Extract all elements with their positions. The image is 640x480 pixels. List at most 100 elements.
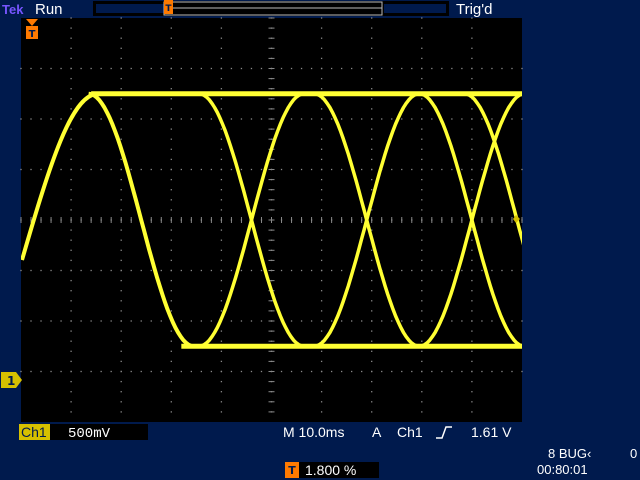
grid-dot bbox=[30, 370, 32, 373]
grid-dot bbox=[170, 158, 172, 161]
grid-dot bbox=[391, 370, 393, 373]
grid-dot bbox=[30, 168, 32, 171]
grid-dot bbox=[170, 350, 172, 352]
grid-dot bbox=[170, 199, 172, 201]
trigger-level[interactable]: 1.61 V bbox=[471, 424, 512, 440]
grid-dot bbox=[421, 279, 423, 282]
grid-dot bbox=[431, 370, 433, 373]
grid-dot bbox=[471, 320, 473, 322]
grid-dot bbox=[70, 350, 72, 352]
grid-dot bbox=[471, 138, 473, 140]
grid-dot bbox=[290, 320, 293, 322]
grid-dot bbox=[401, 118, 403, 120]
grid-dot bbox=[240, 269, 243, 272]
grid-dot bbox=[320, 27, 323, 29]
grid-dot bbox=[330, 118, 333, 120]
grid-dot bbox=[371, 290, 373, 292]
trigger-position-readout-icon: T bbox=[285, 462, 299, 478]
grid-dot bbox=[120, 370, 122, 373]
grid-dot bbox=[120, 199, 122, 201]
grid-dot bbox=[371, 138, 373, 140]
grid-dot bbox=[471, 178, 473, 181]
grid-dot bbox=[411, 67, 413, 70]
grid-dot bbox=[160, 67, 162, 70]
grid-dot bbox=[220, 209, 223, 211]
grid-dot bbox=[351, 320, 353, 322]
grid-dot bbox=[80, 67, 82, 70]
grid-dot bbox=[20, 269, 22, 272]
grid-dot bbox=[240, 67, 243, 70]
grid-dot bbox=[401, 168, 403, 171]
grid-dot bbox=[20, 320, 22, 322]
grid-dot bbox=[100, 118, 102, 120]
grid-dot bbox=[70, 88, 72, 90]
trigger-source[interactable]: Ch1 bbox=[397, 424, 423, 440]
grid-dot bbox=[401, 370, 403, 373]
grid-dot bbox=[220, 148, 223, 150]
grid-dot bbox=[421, 27, 423, 29]
grid-dot bbox=[230, 320, 233, 322]
grid-dot bbox=[310, 370, 313, 373]
grid-dot bbox=[170, 300, 172, 302]
grid-dot bbox=[421, 98, 423, 100]
grid-dot bbox=[471, 269, 473, 272]
grid-dot bbox=[471, 209, 473, 211]
grid-dot bbox=[511, 269, 513, 272]
timebase[interactable]: M 10.0ms bbox=[283, 424, 344, 440]
grid-dot bbox=[300, 67, 303, 70]
grid-dot bbox=[120, 279, 122, 282]
grid-dot bbox=[70, 259, 72, 262]
grid-dot bbox=[521, 118, 523, 120]
grid-dot bbox=[140, 67, 142, 70]
trigger-position[interactable]: 1.800 % bbox=[305, 462, 356, 478]
grid-dot bbox=[290, 269, 293, 272]
grid-dot bbox=[40, 370, 42, 373]
grid-dot bbox=[320, 88, 323, 90]
grid-dot bbox=[170, 380, 172, 383]
grid-dot bbox=[501, 67, 503, 70]
grid-dot bbox=[170, 290, 172, 292]
grid-dot bbox=[200, 370, 203, 373]
grid-dot bbox=[391, 168, 393, 171]
rising-edge-icon bbox=[436, 426, 452, 439]
grid-dot bbox=[190, 67, 192, 70]
grid-dot bbox=[320, 401, 323, 403]
grid-dot bbox=[371, 330, 373, 332]
grid-dot bbox=[310, 118, 313, 120]
grid-dot bbox=[220, 199, 223, 201]
grid-dot bbox=[371, 128, 373, 130]
grid-dot bbox=[471, 77, 473, 80]
grid-dot bbox=[280, 370, 283, 373]
grid-dot bbox=[120, 168, 122, 171]
grid-dot bbox=[481, 168, 483, 171]
grid-dot bbox=[471, 411, 473, 413]
grid-dot bbox=[120, 47, 122, 49]
grid-dot bbox=[461, 67, 463, 70]
grid-dot bbox=[421, 128, 423, 130]
grid-dot bbox=[401, 67, 403, 70]
grid-dot bbox=[70, 411, 72, 413]
grid-dot bbox=[260, 67, 263, 70]
grid-dot bbox=[421, 401, 423, 403]
grid-dot bbox=[421, 380, 423, 383]
volts-per-div[interactable]: 500mV bbox=[68, 426, 111, 442]
grid-dot bbox=[190, 269, 192, 272]
grid-dot bbox=[320, 158, 323, 161]
grid-dot bbox=[120, 17, 122, 19]
grid-dot bbox=[361, 269, 363, 272]
grid-dot bbox=[340, 168, 343, 171]
grid-dot bbox=[411, 168, 413, 171]
grid-dot bbox=[330, 67, 333, 70]
channel-label[interactable]: Ch1 bbox=[21, 424, 47, 440]
grid-dot bbox=[220, 411, 223, 413]
grid-dot bbox=[371, 27, 373, 29]
grid-dot bbox=[60, 118, 62, 120]
grid-dot bbox=[361, 370, 363, 373]
grid-dot bbox=[451, 168, 453, 171]
grid-dot bbox=[361, 118, 363, 120]
grid-dot bbox=[120, 118, 122, 120]
grid-dot bbox=[371, 320, 373, 322]
grid-dot bbox=[70, 401, 72, 403]
grid-dot bbox=[371, 259, 373, 262]
grid-dot bbox=[200, 67, 203, 70]
